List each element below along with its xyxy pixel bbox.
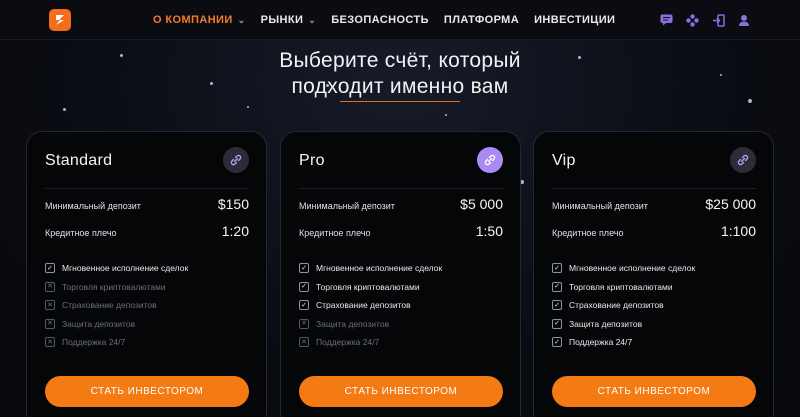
chevron-down-icon: ⌄ xyxy=(237,14,246,25)
page-title: Выберите счёт, который подходит именно в… xyxy=(0,48,800,100)
nav-item-markets[interactable]: РЫНКИ ⌄ xyxy=(261,14,317,26)
chevron-down-icon: ⌄ xyxy=(308,14,317,25)
checkbox-cross-icon: ✕ xyxy=(299,318,309,329)
leverage-value: 1:50 xyxy=(475,223,503,239)
page-title-line-2: подходит именно вам xyxy=(291,75,509,98)
deposit-label: Минимальный депозит xyxy=(45,201,141,211)
nav-item-platform[interactable]: ПЛАТФОРМА xyxy=(444,14,519,26)
feature-item: ✓ Защита депозитов xyxy=(552,315,695,334)
header-actions xyxy=(648,12,752,28)
checkbox-cross-icon: ✕ xyxy=(45,300,55,311)
feature-item: ✓ Торговля криптовалютами xyxy=(299,278,442,297)
feature-item: ✓ Страхование депозитов xyxy=(552,296,695,315)
feature-item: ✓ Мгновенное исполнение сделок xyxy=(552,259,695,278)
checkbox-checked-icon: ✓ xyxy=(552,263,562,274)
leverage-value: 1:20 xyxy=(221,223,249,239)
deposit-value: $5 000 xyxy=(460,196,503,212)
link-icon xyxy=(477,147,503,173)
deposit-row: Минимальный депозит $150 xyxy=(45,196,249,212)
deposit-row: Минимальный депозит $5 000 xyxy=(299,196,503,212)
user-icon[interactable] xyxy=(736,12,752,28)
plan-card-standard: Standard Минимальный депозит $150 Кредит… xyxy=(26,131,267,417)
checkbox-checked-icon: ✓ xyxy=(45,263,55,274)
deposit-label: Минимальный депозит xyxy=(299,201,395,211)
leverage-label: Кредитное плечо xyxy=(299,228,371,238)
feature-item: ✕ Торговля криптовалютами xyxy=(45,278,188,297)
checkbox-checked-icon: ✓ xyxy=(552,281,562,292)
leverage-row: Кредитное плечо 1:100 xyxy=(552,223,756,239)
feature-item: ✓ Мгновенное исполнение сделок xyxy=(45,259,188,278)
deposit-value: $25 000 xyxy=(705,196,756,212)
checkbox-cross-icon: ✕ xyxy=(299,337,309,348)
checkbox-checked-icon: ✓ xyxy=(552,337,562,348)
plan-name: Pro xyxy=(299,152,325,169)
apps-icon[interactable] xyxy=(684,12,700,28)
feature-list: ✓ Мгновенное исполнение сделок ✓ Торговля … xyxy=(552,259,695,352)
chat-icon[interactable] xyxy=(658,12,674,28)
divider xyxy=(552,188,756,189)
checkbox-checked-icon: ✓ xyxy=(299,300,309,311)
plan-card-pro: Pro Минимальный депозит $5 000 Кредитное… xyxy=(280,131,521,417)
deposit-row: Минимальный депозит $25 000 xyxy=(552,196,756,212)
become-investor-button[interactable]: СТАТЬ ИНВЕСТОРОМ xyxy=(45,376,249,407)
nav-item-company[interactable]: О КОМПАНИИ ⌄ xyxy=(153,14,246,26)
main-nav: О КОМПАНИИ ⌄ РЫНКИ ⌄ БЕЗОПАСНОСТЬ ПЛАТФОРМ… xyxy=(153,0,630,40)
leverage-row: Кредитное плечо 1:50 xyxy=(299,223,503,239)
become-investor-button[interactable]: СТАТЬ ИНВЕСТОРОМ xyxy=(299,376,503,407)
checkbox-cross-icon: ✕ xyxy=(45,281,55,292)
feature-item: ✓ Страхование депозитов xyxy=(299,296,442,315)
nav-item-investments[interactable]: ИНВЕСТИЦИИ xyxy=(534,14,615,26)
feature-list: ✓ Мгновенное исполнение сделок ✕ Торговля … xyxy=(45,259,188,352)
feature-item: ✕ Поддержка 24/7 xyxy=(299,333,442,352)
checkbox-checked-icon: ✓ xyxy=(299,281,309,292)
link-icon xyxy=(730,147,756,173)
nav-item-security[interactable]: БЕЗОПАСНОСТЬ xyxy=(331,14,429,26)
title-underline xyxy=(340,101,460,102)
leverage-label: Кредитное плечо xyxy=(45,228,117,238)
leverage-label: Кредитное плечо xyxy=(552,228,624,238)
feature-item: ✕ Защита депозитов xyxy=(299,315,442,334)
feature-item: ✓ Мгновенное исполнение сделок xyxy=(299,259,442,278)
deposit-value: $150 xyxy=(217,196,249,212)
feature-item: ✓ Поддержка 24/7 xyxy=(552,333,695,352)
checkbox-cross-icon: ✕ xyxy=(45,337,55,348)
login-icon[interactable] xyxy=(710,12,726,28)
plan-name: Vip xyxy=(552,152,576,169)
leverage-row: Кредитное плечо 1:20 xyxy=(45,223,249,239)
divider xyxy=(299,188,503,189)
feature-item: ✓ Торговля криптовалютами xyxy=(552,278,695,297)
feature-list: ✓ Мгновенное исполнение сделок ✓ Торговля … xyxy=(299,259,442,352)
checkbox-checked-icon: ✓ xyxy=(299,263,309,274)
become-investor-button[interactable]: СТАТЬ ИНВЕСТОРОМ xyxy=(552,376,756,407)
divider xyxy=(45,188,249,189)
checkbox-checked-icon: ✓ xyxy=(552,318,562,329)
plan-card-vip: Vip Минимальный депозит $25 000 Кредитно… xyxy=(533,131,774,417)
top-navbar: О КОМПАНИИ ⌄ РЫНКИ ⌄ БЕЗОПАСНОСТЬ ПЛАТФОРМ… xyxy=(0,0,800,40)
plan-name: Standard xyxy=(45,152,113,169)
feature-item: ✕ Защита депозитов xyxy=(45,315,188,334)
feature-item: ✕ Страхование депозитов xyxy=(45,296,188,315)
logo-icon[interactable] xyxy=(49,9,71,31)
deposit-label: Минимальный депозит xyxy=(552,201,648,211)
link-icon xyxy=(223,147,249,173)
page-title-line-1: Выберите счёт, который xyxy=(279,49,521,72)
leverage-value: 1:100 xyxy=(720,223,756,239)
feature-item: ✕ Поддержка 24/7 xyxy=(45,333,188,352)
checkbox-cross-icon: ✕ xyxy=(45,318,55,329)
checkbox-checked-icon: ✓ xyxy=(552,300,562,311)
